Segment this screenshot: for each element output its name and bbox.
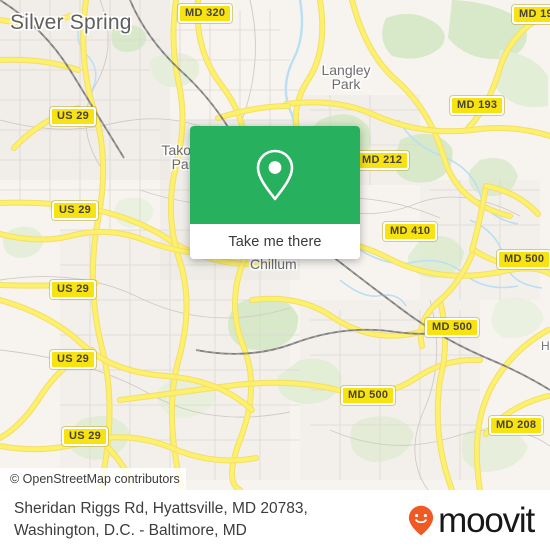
address-line-2: Washington, D.C. - Baltimore, MD [14,522,247,539]
highway-shield-md-208[interactable]: MD 208 [489,416,544,435]
highway-shield-us-29-5[interactable]: US 29 [62,427,109,446]
map-viewport[interactable]: .w { fill:none; stroke:#b9dff2; } .grn{ … [0,0,550,490]
highway-shield-md-212[interactable]: MD 212 [355,151,410,170]
highway-shield-md-19[interactable]: MD 19 [512,5,550,24]
take-me-there-card[interactable]: Take me there [190,126,360,259]
highway-shield-us-29-1[interactable]: US 29 [50,107,97,126]
moovit-map-screenshot: .w { fill:none; stroke:#b9dff2; } .grn{ … [0,0,550,550]
highway-shield-us-29-4[interactable]: US 29 [50,350,97,369]
location-pin-icon [256,149,294,201]
moovit-wordmark: moovit [438,500,535,540]
osm-attribution-text: © OpenStreetMap contributors [10,472,180,486]
highway-shield-us-29-3[interactable]: US 29 [50,280,97,299]
take-me-there-label: Take me there [228,233,322,250]
highway-shield-md-500-2[interactable]: MD 500 [425,318,480,337]
highway-shield-md-320[interactable]: MD 320 [178,4,233,23]
highway-shield-md-500-1[interactable]: MD 500 [497,250,550,269]
highway-shield-md-193[interactable]: MD 193 [450,96,505,115]
highway-shield-md-500-3[interactable]: MD 500 [341,386,396,405]
take-me-there-button[interactable]: Take me there [190,224,360,259]
highway-shield-md-410[interactable]: MD 410 [383,222,438,241]
card-pin-area [190,126,360,224]
moovit-logo[interactable]: moovit [408,503,536,538]
footer-bar: Sheridan Riggs Rd, Hyattsville, MD 20783… [0,490,550,550]
address-caption: Sheridan Riggs Rd, Hyattsville, MD 20783… [14,498,308,542]
address-line-1: Sheridan Riggs Rd, Hyattsville, MD 20783… [14,500,308,517]
osm-attribution[interactable]: © OpenStreetMap contributors [0,468,186,490]
moovit-smiley-pin-icon [409,505,434,535]
highway-shield-us-29-2[interactable]: US 29 [52,201,99,220]
